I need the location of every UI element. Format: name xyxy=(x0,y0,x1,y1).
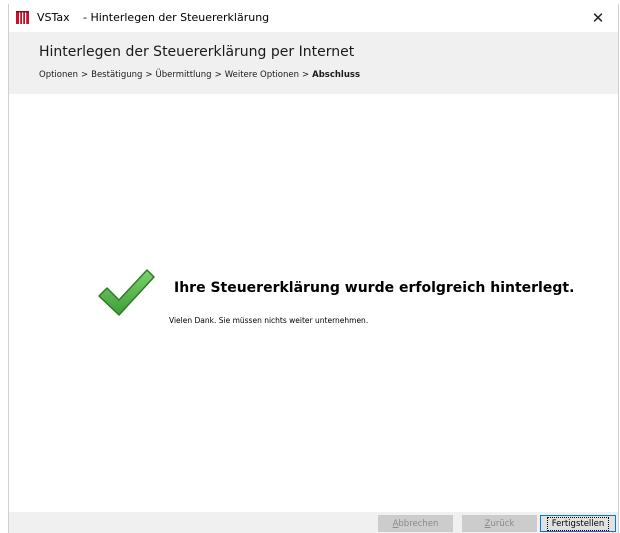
close-button[interactable]: ✕ xyxy=(578,4,618,32)
window-title: - Hinterlegen der Steuererklärung xyxy=(83,11,270,24)
title-bar: VSTax - Hinterlegen der Steuererklärung … xyxy=(9,4,618,32)
breadcrumb-step-optionen: Optionen xyxy=(39,70,78,80)
checkmark-icon xyxy=(98,269,155,316)
app-name: VSTax xyxy=(37,11,70,24)
success-message: Ihre Steuererklärung wurde erfolgreich h… xyxy=(174,280,575,296)
back-button[interactable]: Zurück xyxy=(462,515,537,532)
breadcrumb-separator: > xyxy=(81,70,89,80)
breadcrumb-separator: > xyxy=(214,70,222,80)
page-title: Hinterlegen der Steuererklärung per Inte… xyxy=(39,44,355,60)
vstax-logo-icon xyxy=(16,11,29,24)
breadcrumb-step-abschluss: Abschluss xyxy=(312,70,361,80)
breadcrumb-step-weitere-optionen: Weitere Optionen xyxy=(224,70,299,80)
cancel-button[interactable]: Abbrechen xyxy=(378,515,453,532)
cancel-label: bbrechen xyxy=(398,518,439,529)
breadcrumb-separator: > xyxy=(302,70,310,80)
close-icon: ✕ xyxy=(591,9,605,27)
breadcrumb-step-bestaetigung: Bestätigung xyxy=(91,70,143,80)
wizard-header: Hinterlegen der Steuererklärung per Inte… xyxy=(9,32,618,94)
success-subtext: Vielen Dank. Sie müssen nichts weiter un… xyxy=(169,316,369,325)
breadcrumb: Optionen > Bestätigung > Übermittlung > Weiter… xyxy=(39,70,360,80)
finish-button[interactable]: Fertigstellen xyxy=(540,515,616,532)
wizard-window: VSTax - Hinterlegen der Steuererklärung … xyxy=(8,4,619,533)
finish-label: Fertigstellen xyxy=(546,516,610,531)
wizard-content: Ihre Steuererklärung wurde erfolgreich h… xyxy=(9,94,618,512)
breadcrumb-separator: > xyxy=(145,70,153,80)
breadcrumb-step-uebermittlung: Übermittlung xyxy=(155,70,212,80)
wizard-footer: Abbrechen Zurück Fertigstellen xyxy=(9,512,618,533)
back-label: urück xyxy=(490,518,515,529)
